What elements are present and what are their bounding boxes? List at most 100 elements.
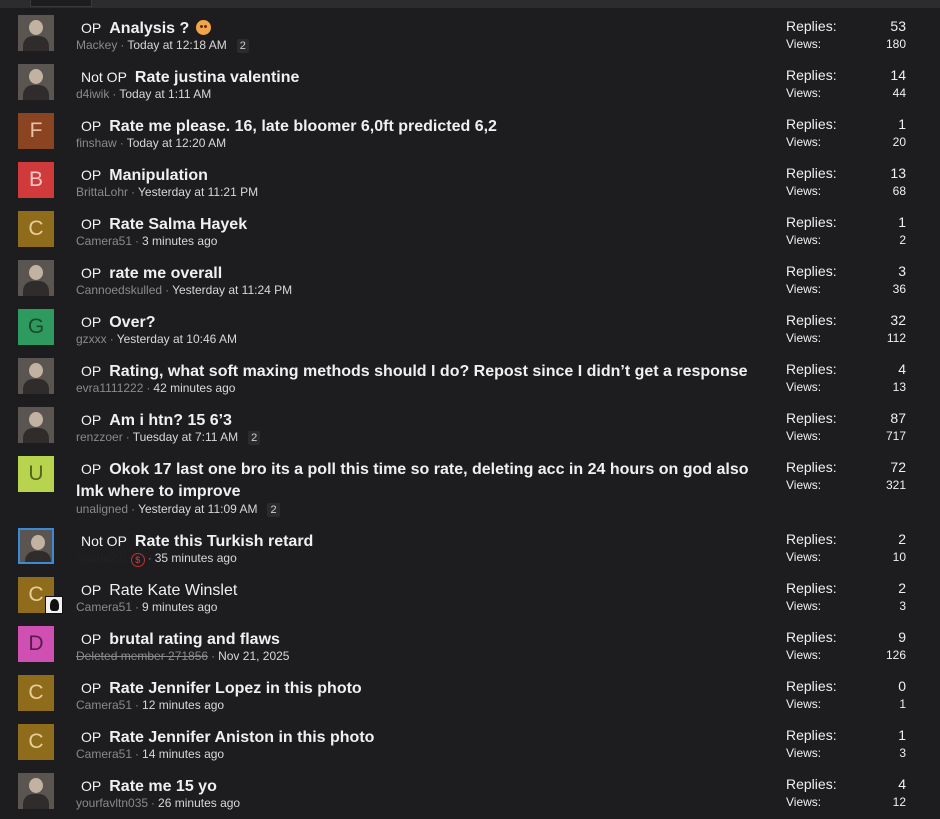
thread-author-link[interactable]: Deleted member 271856 [76,649,208,663]
thread-title-link[interactable]: Manipulation [109,167,208,184]
thread-author-link[interactable]: unaligned [76,502,128,516]
thread-start-time[interactable]: Yesterday at 11:09 AM [138,502,257,516]
thread-row[interactable]: C OP Rate Salma Hayek Camera51 · 3 minutes ag… [0,204,940,253]
thread-start-time[interactable]: Yesterday at 11:24 PM [172,283,292,297]
thread-start-time[interactable]: 26 minutes ago [158,796,240,810]
thread-row[interactable]: Not OP Rate this Turkish retard Sasha2.0 $ ·… [0,521,940,570]
thread-title-link[interactable]: Over? [109,314,155,331]
thread-title-link[interactable]: Rating, what soft maxing methods should … [109,363,747,380]
thread-start-time[interactable]: 9 minutes ago [142,600,217,614]
thread-start-time[interactable]: Today at 12:20 AM [127,136,226,150]
thread-prefix-label[interactable]: OP [81,579,101,601]
thread-title-link[interactable]: Am i htn? 15 6’3 [109,412,232,429]
thread-prefix-label[interactable]: OP [81,726,101,748]
thread-start-time[interactable]: 3 minutes ago [142,234,217,248]
thread-start-time[interactable]: 12 minutes ago [142,698,224,712]
thread-title-link[interactable]: Okok 17 last one bro its a poll this tim… [76,461,749,500]
thread-start-time[interactable]: Yesterday at 11:21 PM [138,185,258,199]
thread-author-link[interactable]: Sasha2.0 [76,551,127,565]
thread-prefix-label[interactable]: OP [81,17,101,39]
thread-prefix-label[interactable]: OP [81,115,101,137]
thread-row[interactable]: Not OP Rate justina valentine d4iwik · Today… [0,57,940,106]
thread-row[interactable]: U OP Okok 17 last one bro its a poll this … [0,449,940,521]
thread-prefix-label[interactable]: OP [81,164,101,186]
thread-author-link[interactable]: renzzoer [76,430,123,444]
thread-prefix-label[interactable]: OP [81,360,101,382]
user-avatar-letter[interactable]: C [18,211,54,247]
thread-start-time[interactable]: 35 minutes ago [155,551,237,565]
user-avatar-photo[interactable] [18,773,54,809]
thread-prefix-label[interactable]: OP [81,677,101,699]
thread-title-link[interactable]: Rate Jennifer Aniston in this photo [109,729,374,746]
thread-title-link[interactable]: Rate this Turkish retard [135,533,313,550]
thread-title-link[interactable]: brutal rating and flaws [109,631,280,648]
user-avatar-photo[interactable] [18,15,54,51]
thread-start-time[interactable]: Nov 21, 2025 [218,649,289,663]
thread-prefix-label[interactable]: OP [81,262,101,284]
thread-title-link[interactable]: Rate me please. 16, late bloomer 6,0ft p… [109,118,497,135]
user-avatar-photo[interactable] [18,260,54,296]
thread-start-time[interactable]: Yesterday at 10:46 AM [117,332,237,346]
user-avatar-photo[interactable] [18,528,54,564]
thread-start-time[interactable]: 14 minutes ago [142,747,224,761]
thread-prefix-label[interactable]: OP [81,775,101,797]
user-avatar-letter[interactable]: C [18,675,54,711]
thread-row[interactable]: OP Rating, what soft maxing methods shoul… [0,351,940,400]
thread-author-link[interactable]: gzxxx [76,332,107,346]
user-avatar-letter[interactable]: B [18,162,54,198]
thread-author-link[interactable]: Camera51 [76,600,132,614]
last-poster-avatar[interactable] [45,596,63,614]
thread-prefix-label[interactable]: OP [81,628,101,650]
thread-page-link[interactable]: 2 [248,431,261,445]
user-avatar-letter[interactable]: U [18,456,54,492]
thread-row[interactable]: F OP Rate me please. 16, late bloomer 6,0f… [0,106,940,155]
thread-author-link[interactable]: finshaw [76,136,117,150]
thread-start-time[interactable]: Today at 12:18 AM [127,38,226,52]
thread-author-link[interactable]: Camera51 [76,747,132,761]
user-avatar-letter[interactable]: D [18,626,54,662]
thread-prefix-label[interactable]: Not OP [81,530,127,552]
thread-row[interactable]: B OP Manipulation BrittaLohr · Yesterday at 1… [0,155,940,204]
thread-row[interactable]: C OP Rate Jennifer Lopez in this photo Came… [0,668,940,717]
user-avatar-photo[interactable] [18,407,54,443]
thread-row[interactable]: OP Am i htn? 15 6’3 renzzoer · Tuesday at 7:… [0,400,940,449]
user-avatar-letter[interactable]: C [18,724,54,760]
thread-row[interactable]: D OP brutal rating and flaws Deleted member… [0,619,940,668]
thread-title-link[interactable]: Rate Salma Hayek [109,216,247,233]
thread-page-link[interactable]: 2 [236,39,249,53]
thread-prefix-label[interactable]: OP [81,458,101,480]
thread-row[interactable]: G OP Over? gzxxx · Yesterday at 10:46 AM Repli… [0,302,940,351]
thread-author-link[interactable]: Camera51 [76,234,132,248]
thread-author-link[interactable]: Cannoedskulled [76,283,162,297]
thread-title-link[interactable]: Rate me 15 yo [109,778,217,795]
thread-prefix-label[interactable]: OP [81,409,101,431]
thread-title-link[interactable]: Rate justina valentine [135,69,300,86]
thread-author-link[interactable]: BrittaLohr [76,185,128,199]
thread-author-link[interactable]: evra1111222 [76,381,143,395]
user-avatar-photo[interactable] [18,358,54,394]
thread-page-link[interactable]: 2 [267,503,280,517]
thread-title-link[interactable]: Analysis ? [109,20,189,37]
user-avatar-photo[interactable] [18,64,54,100]
thread-title-link[interactable]: Rate Kate Winslet [109,582,237,599]
thread-title-link[interactable]: rate me overall [109,265,222,282]
user-avatar-letter[interactable]: G [18,309,54,345]
thread-author-link[interactable]: d4iwik [76,87,109,101]
thread-prefix-label[interactable]: OP [81,311,101,333]
thread-author-link[interactable]: Mackey [76,38,117,52]
thread-start-time[interactable]: Tuesday at 7:11 AM [133,430,238,444]
thread-prefix-label[interactable]: Not OP [81,66,127,88]
top-tab[interactable] [30,0,92,7]
thread-start-time[interactable]: Today at 1:11 AM [119,87,211,101]
thread-start-time[interactable]: 42 minutes ago [153,381,235,395]
thread-row[interactable]: C OP Rate Jennifer Aniston in this photo Ca… [0,717,940,766]
thread-row[interactable]: C OP Rate Kate Winslet Camera51 · 9 minutes a… [0,570,940,619]
user-avatar-letter[interactable]: F [18,113,54,149]
thread-author-link[interactable]: Camera51 [76,698,132,712]
thread-author-link[interactable]: yourfavltn035 [76,796,148,810]
thread-prefix-label[interactable]: OP [81,213,101,235]
thread-row[interactable]: OP Analysis ? Mackey · Today at 12:18 AM 2 Re… [0,8,940,57]
thread-title-link[interactable]: Rate Jennifer Lopez in this photo [109,680,361,697]
thread-row[interactable]: OP rate me overall Cannoedskulled · Yesterda… [0,253,940,302]
thread-row[interactable]: OP Rate me 15 yo yourfavltn035 · 26 minutes … [0,766,940,815]
